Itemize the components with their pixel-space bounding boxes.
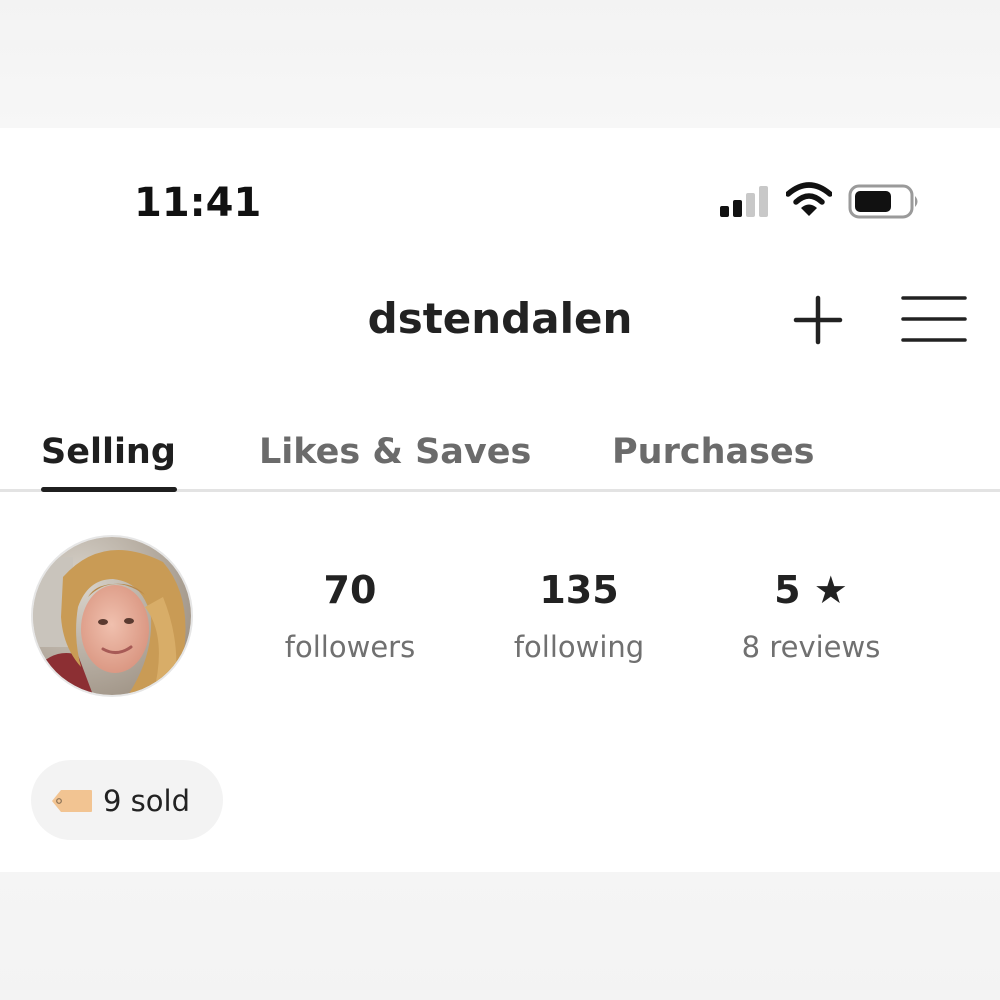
tab-likes-saves[interactable]: Likes & Saves (259, 432, 531, 472)
sold-badge[interactable]: 9 sold (31, 760, 223, 840)
following-label: following (513, 630, 645, 664)
stat-followers[interactable]: 70 followers (240, 568, 460, 664)
menu-button[interactable] (900, 294, 968, 344)
followers-label: followers (284, 630, 416, 664)
tab-selling[interactable]: Selling (41, 432, 176, 472)
profile-tabs: Selling Likes & Saves Purchases (0, 426, 1000, 496)
avatar[interactable] (31, 535, 193, 697)
stat-following[interactable]: 135 following (469, 568, 689, 664)
reviews-label: 8 reviews (741, 630, 881, 664)
phone-screen: 11:41 dstendalen Selling Likes & Saves P… (0, 128, 1000, 872)
price-tag-icon (52, 790, 92, 812)
followers-count: 70 (323, 568, 377, 612)
cellular-signal-icon (720, 186, 768, 217)
battery-icon (848, 184, 918, 219)
status-time: 11:41 (134, 180, 262, 226)
add-listing-button[interactable] (792, 294, 844, 346)
avatar-photo (33, 537, 191, 695)
profile-username: dstendalen (367, 294, 633, 343)
tab-purchases[interactable]: Purchases (612, 432, 815, 472)
background-bottom (0, 872, 1000, 1000)
wifi-icon (786, 182, 832, 216)
active-tab-indicator (41, 487, 177, 492)
rating-value: 5 ★ (774, 568, 848, 612)
following-count: 135 (539, 568, 619, 612)
hamburger-menu-icon (901, 296, 967, 342)
plus-icon (793, 295, 843, 345)
background-top (0, 0, 1000, 128)
stat-reviews[interactable]: 5 ★ 8 reviews (701, 568, 921, 664)
sold-count-label: 9 sold (103, 784, 190, 818)
